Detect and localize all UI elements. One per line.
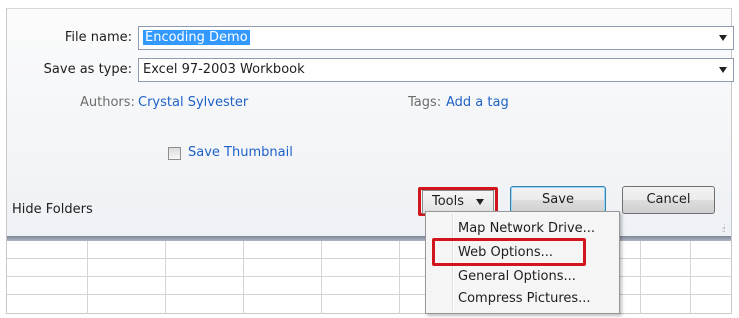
tools-label: Tools xyxy=(432,194,465,209)
save-button[interactable]: Save xyxy=(510,186,606,214)
file-name-field[interactable]: Encoding Demo xyxy=(138,26,734,50)
tags-label: Tags: xyxy=(408,95,442,110)
menu-item-map-network-drive[interactable]: Map Network Drive... xyxy=(458,221,595,236)
save-as-type-label: Save as type: xyxy=(43,62,132,77)
chevron-down-icon[interactable] xyxy=(719,35,727,41)
save-as-type-select[interactable]: Excel 97-2003 Workbook xyxy=(138,58,734,82)
chevron-down-icon xyxy=(476,199,484,205)
file-name-label: File name: xyxy=(64,30,132,45)
resize-grip-icon[interactable]: .::: xyxy=(722,223,726,234)
save-thumbnail-checkbox[interactable] xyxy=(168,147,181,160)
save-as-type-value: Excel 97-2003 Workbook xyxy=(143,62,305,77)
dialog-bottom-border xyxy=(7,236,731,241)
chevron-down-icon[interactable] xyxy=(719,67,727,73)
authors-field[interactable]: Crystal Sylvester xyxy=(138,95,248,110)
menu-item-general-options[interactable]: General Options... xyxy=(458,269,576,284)
web-options-highlight-box xyxy=(432,238,586,266)
tags-field[interactable]: Add a tag xyxy=(446,95,509,110)
file-name-selected-text: Encoding Demo xyxy=(143,30,250,45)
cancel-button[interactable]: Cancel xyxy=(622,186,715,214)
hide-folders-button[interactable]: Hide Folders xyxy=(12,202,93,217)
file-name-value[interactable]: Encoding Demo xyxy=(143,30,250,45)
save-thumbnail-label[interactable]: Save Thumbnail xyxy=(188,145,293,160)
menu-item-compress-pictures[interactable]: Compress Pictures... xyxy=(458,291,591,306)
authors-label: Authors: xyxy=(80,95,135,110)
